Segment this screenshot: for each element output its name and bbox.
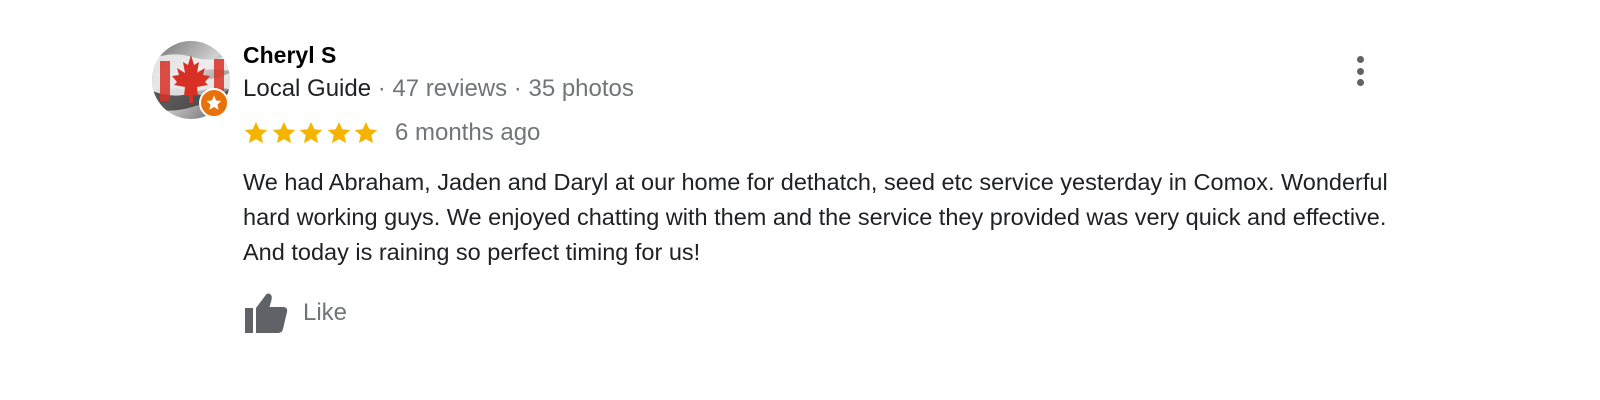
more-options-button[interactable] <box>1346 54 1374 88</box>
star-icon <box>272 121 295 144</box>
star-icon <box>244 121 268 144</box>
star-rating <box>243 120 381 146</box>
like-button[interactable]: Like <box>243 290 347 336</box>
star-icon <box>299 121 323 144</box>
star-icon <box>327 121 351 144</box>
thumbs-up-icon <box>245 293 288 333</box>
star-icon <box>355 121 378 144</box>
local-guide-label: Local Guide <box>243 75 372 102</box>
reviewer-meta[interactable]: Local Guide · 47 reviews · 35 photos <box>243 74 634 104</box>
more-vertical-icon <box>1356 56 1364 63</box>
more-vertical-icon-dot <box>1356 79 1364 86</box>
review-text: We had Abraham, Jaden and Daryl at our h… <box>243 169 1388 265</box>
reviewer-stats: · 47 reviews · 35 photos <box>377 75 634 102</box>
more-vertical-icon-dot <box>1356 67 1364 75</box>
like-label: Like <box>303 299 348 326</box>
rating-row: 6 months ago <box>243 117 540 149</box>
review-time: 6 months ago <box>394 119 541 146</box>
reviewer-name[interactable]: Cheryl S <box>243 41 336 69</box>
reviewer-avatar[interactable] <box>152 41 230 119</box>
local-guide-badge-icon <box>199 88 229 118</box>
